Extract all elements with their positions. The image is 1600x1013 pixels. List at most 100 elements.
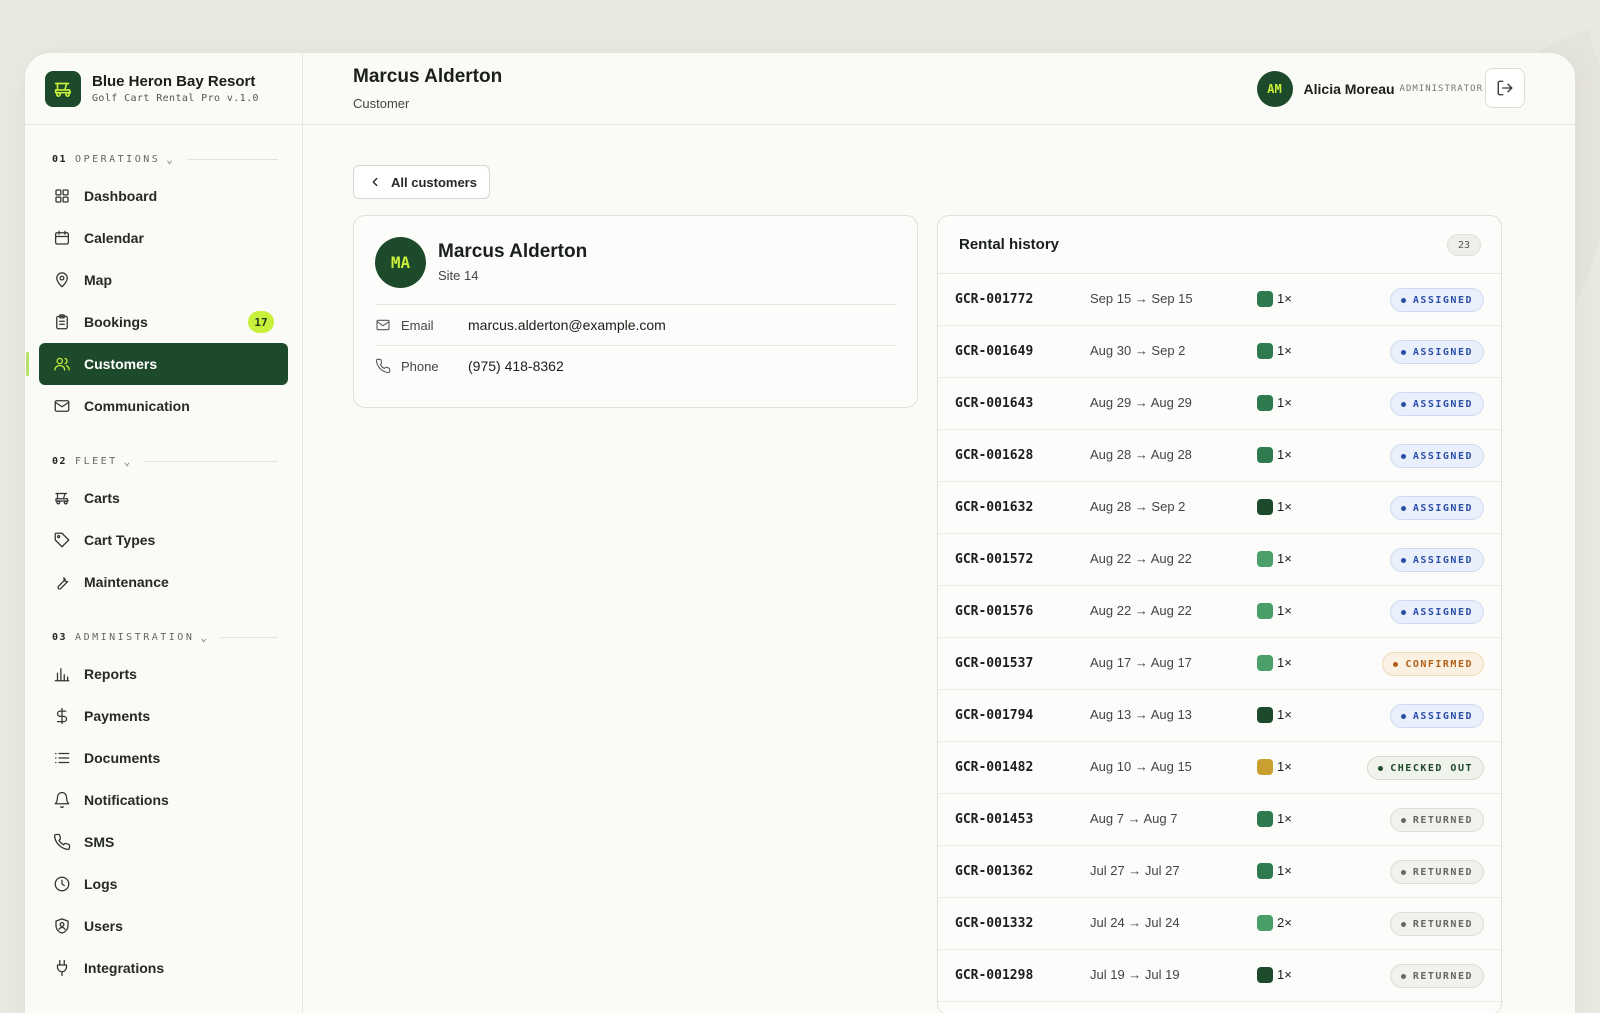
user-role: ADMINISTRATOR	[1399, 84, 1483, 94]
wrench-icon	[57, 577, 69, 590]
rental-id[interactable]: GCR-001794	[955, 708, 1033, 723]
rental-dates: Aug 28 → Sep 2	[1090, 499, 1186, 514]
sidebar-item-label: Cart Types	[84, 532, 156, 548]
rental-row[interactable]: GCR-001332 Jul 24 → Jul 24 2× RETURNED	[938, 898, 1501, 950]
rental-row[interactable]: GCR-001572 Aug 22 → Aug 22 1× ASSIGNED	[938, 534, 1501, 586]
sidebar-item-sms[interactable]: SMS	[39, 821, 288, 863]
cart-quantity: 1×	[1277, 759, 1292, 774]
all-customers-button[interactable]: All customers	[353, 165, 490, 199]
brand-name: Blue Heron Bay Resort	[92, 73, 256, 90]
rental-history-title: Rental history	[959, 236, 1060, 253]
sidebar-item-dashboard[interactable]: Dashboard	[39, 175, 288, 217]
sidebar-item-label: Integrations	[84, 960, 165, 976]
rental-dates: Aug 30 → Sep 2	[1090, 343, 1186, 358]
sidebar-item-documents[interactable]: Documents	[39, 737, 288, 779]
rental-id[interactable]: GCR-001643	[955, 396, 1033, 411]
status-badge: RETURNED	[1389, 860, 1484, 884]
rental-id[interactable]: GCR-001332	[955, 916, 1033, 931]
rental-id[interactable]: GCR-001362	[955, 864, 1033, 879]
rental-row[interactable]: GCR-001453 Aug 7 → Aug 7 1× RETURNED	[938, 794, 1501, 846]
sidebar-item-communication[interactable]: Communication	[39, 385, 288, 427]
rental-id[interactable]: GCR-001482	[955, 760, 1033, 775]
logout-button[interactable]	[1485, 68, 1525, 108]
chevron-down-icon: ⌄	[200, 630, 207, 644]
top-bar: Marcus Alderton Customer AM Alicia Morea…	[303, 53, 1575, 125]
status-badge: ASSIGNED	[1389, 444, 1484, 468]
rental-id[interactable]: GCR-001537	[955, 656, 1033, 671]
cart-color-swatch	[1257, 915, 1273, 931]
status-badge: ASSIGNED	[1389, 392, 1484, 416]
rental-row[interactable]: GCR-001643 Aug 29 → Aug 29 1× ASSIGNED	[938, 378, 1501, 430]
rental-row[interactable]: GCR-001362 Jul 27 → Jul 27 1× RETURNED	[938, 846, 1501, 898]
rental-dates: Sep 15 → Sep 15	[1090, 291, 1193, 306]
status-badge: RETURNED	[1389, 808, 1484, 832]
sidebar-item-notifications[interactable]: Notifications	[39, 779, 288, 821]
sidebar: Blue Heron Bay Resort Golf Cart Rental P…	[25, 53, 303, 1013]
rental-dates: Jul 24 → Jul 24	[1090, 915, 1180, 930]
mail-icon	[54, 400, 70, 412]
sidebar-item-bookings[interactable]: Bookings 17	[39, 301, 288, 343]
rental-id[interactable]: GCR-001772	[955, 292, 1033, 307]
customer-email[interactable]: marcus.alderton@example.com	[468, 317, 666, 333]
sidebar-item-reports[interactable]: Reports	[39, 653, 288, 695]
sidebar-item-label: Maintenance	[84, 574, 169, 590]
rental-row[interactable]: GCR-001628 Aug 28 → Aug 28 1× ASSIGNED	[938, 430, 1501, 482]
cart-quantity: 1×	[1277, 863, 1292, 878]
sidebar-item-calendar[interactable]: Calendar	[39, 217, 288, 259]
cart-quantity: 1×	[1277, 707, 1292, 722]
nav-section-fleet: 02 FLEET ⌄ Carts Cart Types Maintenance	[25, 445, 302, 603]
rental-id[interactable]: GCR-001628	[955, 448, 1033, 463]
rental-row[interactable]: GCR-001649 Aug 30 → Sep 2 1× ASSIGNED	[938, 326, 1501, 378]
sidebar-item-payments[interactable]: Payments	[39, 695, 288, 737]
sidebar-item-customers[interactable]: Customers	[26, 343, 288, 385]
cart-color-swatch	[1257, 395, 1273, 411]
phone-icon	[53, 833, 71, 851]
sidebar-item-label: SMS	[84, 834, 115, 850]
rental-id[interactable]: GCR-001453	[955, 812, 1033, 827]
rental-row[interactable]: GCR-001298 Jul 19 → Jul 19 1× RETURNED	[938, 950, 1501, 1002]
user-avatar: AM	[1256, 71, 1293, 107]
sidebar-item-carts[interactable]: Carts	[39, 477, 288, 519]
rental-row[interactable]: GCR-001482 Aug 10 → Aug 15 1× CHECKED OUT	[938, 742, 1501, 794]
cart-color-swatch	[1257, 863, 1273, 879]
sidebar-item-users[interactable]: Users	[39, 905, 288, 947]
rental-id[interactable]: GCR-001572	[955, 552, 1033, 567]
user-menu[interactable]: AM Alicia Moreau ADMINISTRATOR	[1256, 71, 1483, 107]
status-badge: ASSIGNED	[1389, 340, 1484, 364]
rental-id[interactable]: GCR-001632	[955, 500, 1033, 515]
rental-id[interactable]: GCR-001298	[955, 968, 1033, 983]
cart-color-swatch	[1257, 759, 1273, 775]
rental-id[interactable]: GCR-001576	[955, 604, 1033, 619]
sidebar-item-map[interactable]: Map	[39, 259, 288, 301]
rental-row[interactable]: GCR-001576 Aug 22 → Aug 22 1× ASSIGNED	[938, 586, 1501, 638]
section-number: 02	[52, 455, 68, 467]
rental-row[interactable]: GCR-001632 Aug 28 → Sep 2 1× ASSIGNED	[938, 482, 1501, 534]
rental-dates: Aug 22 → Aug 22	[1090, 551, 1192, 566]
rental-list: GCR-001772 Sep 15 → Sep 15 1× ASSIGNED GCR-0…	[938, 274, 1501, 1002]
phone-row: Phone (975) 418-8362	[375, 345, 897, 386]
sidebar-item-label: Calendar	[84, 230, 144, 246]
rental-row[interactable]: GCR-001772 Sep 15 → Sep 15 1× ASSIGNED	[938, 274, 1501, 326]
grid-icon	[55, 189, 69, 203]
cart-color-swatch	[1257, 291, 1273, 307]
shield-user-icon	[55, 918, 69, 934]
nav-section-header[interactable]: 01 OPERATIONS ⌄	[25, 143, 302, 175]
customer-name: Marcus Alderton	[438, 241, 588, 262]
cart-quantity: 1×	[1277, 603, 1292, 618]
rental-id[interactable]: GCR-001649	[955, 344, 1033, 359]
customer-phone[interactable]: (975) 418-8362	[468, 358, 564, 374]
sidebar-item-integrations[interactable]: Integrations	[39, 947, 288, 989]
sidebar-item-logs[interactable]: Logs	[39, 863, 288, 905]
section-divider	[144, 460, 278, 462]
sidebar-item-maintenance[interactable]: Maintenance	[39, 561, 288, 603]
rental-dates: Aug 10 → Aug 15	[1090, 759, 1192, 774]
cart-quantity: 1×	[1277, 811, 1292, 826]
all-customers-label: All customers	[391, 174, 477, 190]
sidebar-item-cart-types[interactable]: Cart Types	[39, 519, 288, 561]
nav-section-header[interactable]: 02 FLEET ⌄	[25, 445, 302, 477]
map-pin-icon	[56, 272, 68, 288]
rental-row[interactable]: GCR-001537 Aug 17 → Aug 17 1× CONFIRMED	[938, 638, 1501, 690]
sidebar-item-label: Dashboard	[84, 188, 158, 204]
rental-row[interactable]: GCR-001794 Aug 13 → Aug 13 1× ASSIGNED	[938, 690, 1501, 742]
nav-section-header[interactable]: 03 ADMINISTRATION ⌄	[25, 621, 302, 653]
